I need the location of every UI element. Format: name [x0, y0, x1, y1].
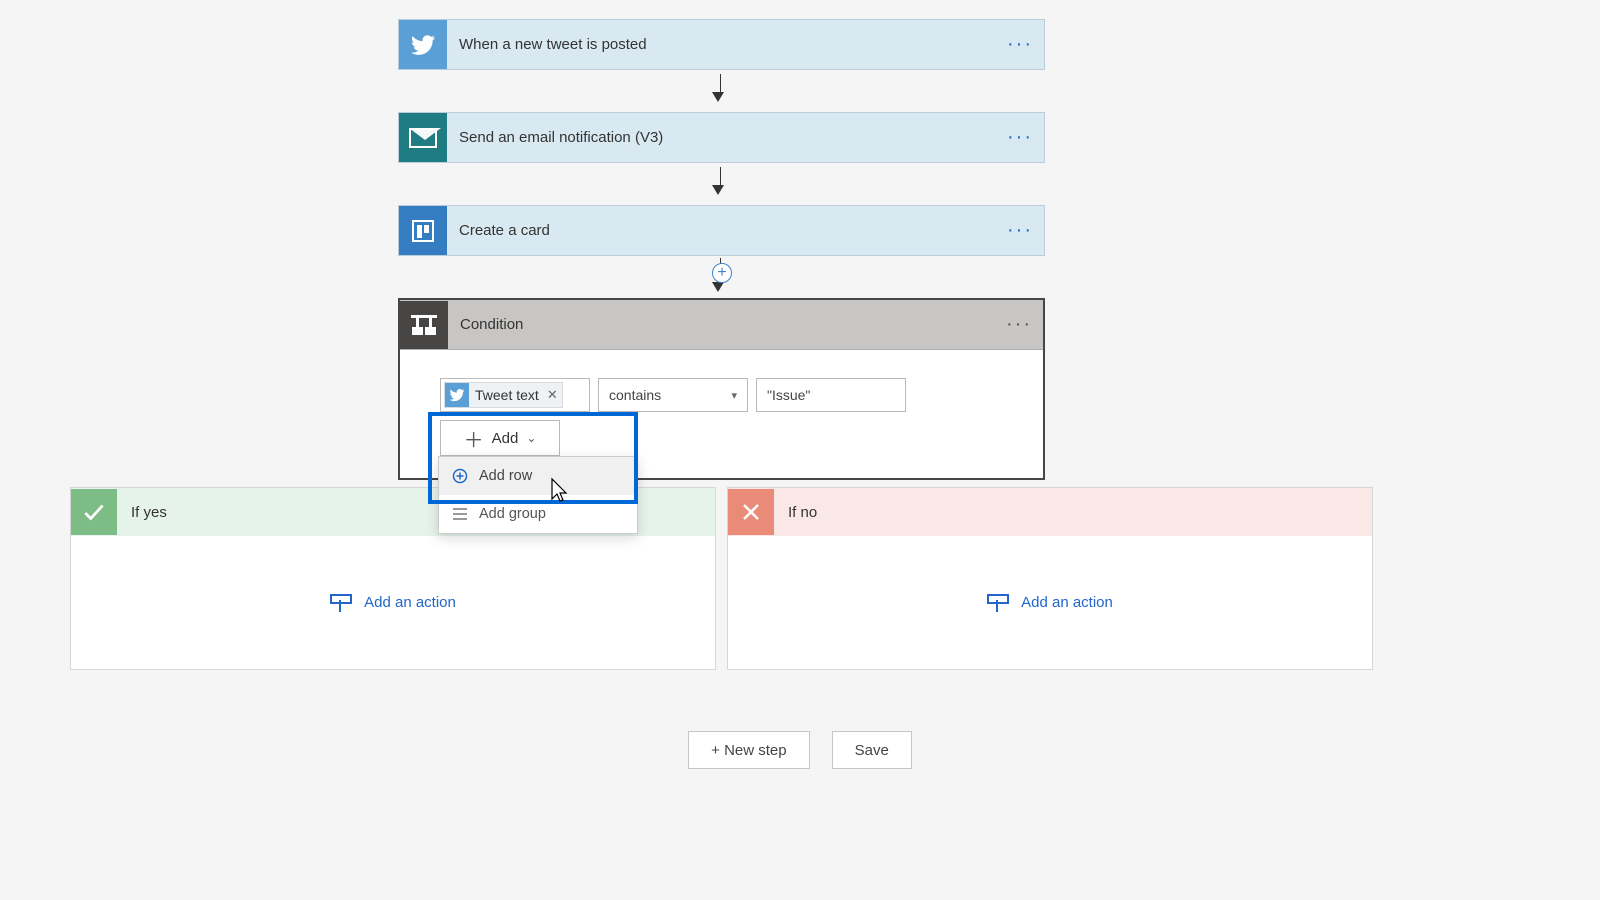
action-icon	[987, 594, 1009, 612]
add-action-button[interactable]: Add an action	[987, 594, 1113, 612]
more-menu-icon[interactable]: ···	[995, 313, 1043, 336]
action-step-trello[interactable]: Create a card ···	[398, 205, 1045, 256]
condition-left-operand[interactable]: Tweet text ✕	[440, 378, 590, 412]
condition-title: Condition	[448, 316, 995, 333]
more-menu-icon[interactable]: ···	[996, 219, 1044, 242]
add-action-button[interactable]: Add an action	[330, 594, 456, 612]
plus-circle-icon	[451, 468, 469, 484]
more-menu-icon[interactable]: ···	[996, 126, 1044, 149]
menu-item-label: Add row	[479, 468, 532, 484]
add-action-label: Add an action	[1021, 594, 1113, 611]
menu-item-label: Add group	[479, 506, 546, 522]
connector-arrow	[720, 167, 721, 195]
menu-item-add-row[interactable]: Add row	[439, 457, 637, 495]
step-label: Send an email notification (V3)	[447, 129, 996, 146]
add-action-label: Add an action	[364, 594, 456, 611]
new-step-button[interactable]: + New step	[688, 731, 809, 769]
add-condition-button[interactable]: ＋ Add ⌄	[440, 420, 560, 456]
menu-item-add-group[interactable]: Add group	[439, 495, 637, 533]
trello-icon	[399, 206, 447, 255]
chevron-down-icon: ▾	[731, 389, 737, 402]
mail-icon	[399, 113, 447, 162]
operator-value: contains	[609, 387, 661, 403]
close-icon	[728, 489, 774, 535]
condition-operator-select[interactable]: contains ▾	[598, 378, 748, 412]
condition-card[interactable]: Condition ··· Tweet text ✕ contains ▾	[398, 298, 1045, 480]
step-label: When a new tweet is posted	[447, 36, 996, 53]
group-icon	[451, 507, 469, 521]
plus-icon: ＋	[464, 424, 484, 453]
twitter-icon	[399, 20, 447, 69]
branch-header-no: If no	[728, 488, 1372, 536]
branch-if-no[interactable]: If no Add an action	[727, 487, 1373, 670]
chevron-down-icon: ⌄	[526, 431, 536, 445]
save-button[interactable]: Save	[832, 731, 912, 769]
footer-buttons: + New step Save	[0, 731, 1600, 769]
add-condition-dropdown: Add row Add group	[438, 456, 638, 534]
action-icon	[330, 594, 352, 612]
trigger-step-twitter[interactable]: When a new tweet is posted ···	[398, 19, 1045, 70]
dynamic-token-tweet-text[interactable]: Tweet text ✕	[444, 382, 563, 408]
branch-label: If no	[774, 504, 817, 521]
step-label: Create a card	[447, 222, 996, 239]
insert-step-button[interactable]: +	[712, 263, 732, 283]
twitter-icon	[445, 383, 469, 407]
token-label: Tweet text	[475, 387, 539, 403]
condition-icon	[400, 301, 448, 349]
condition-value-input[interactable]	[756, 378, 906, 412]
remove-token-icon[interactable]: ✕	[547, 387, 558, 403]
flow-canvas: When a new tweet is posted ··· Send an e…	[0, 0, 1600, 900]
add-button-label: Add	[492, 430, 519, 447]
connector-arrow	[720, 74, 721, 102]
branch-label: If yes	[117, 504, 167, 521]
action-step-email[interactable]: Send an email notification (V3) ···	[398, 112, 1045, 163]
condition-expression-row: Tweet text ✕ contains ▾	[440, 378, 1003, 412]
check-icon	[71, 489, 117, 535]
condition-header[interactable]: Condition ···	[400, 300, 1043, 350]
more-menu-icon[interactable]: ···	[996, 33, 1044, 56]
